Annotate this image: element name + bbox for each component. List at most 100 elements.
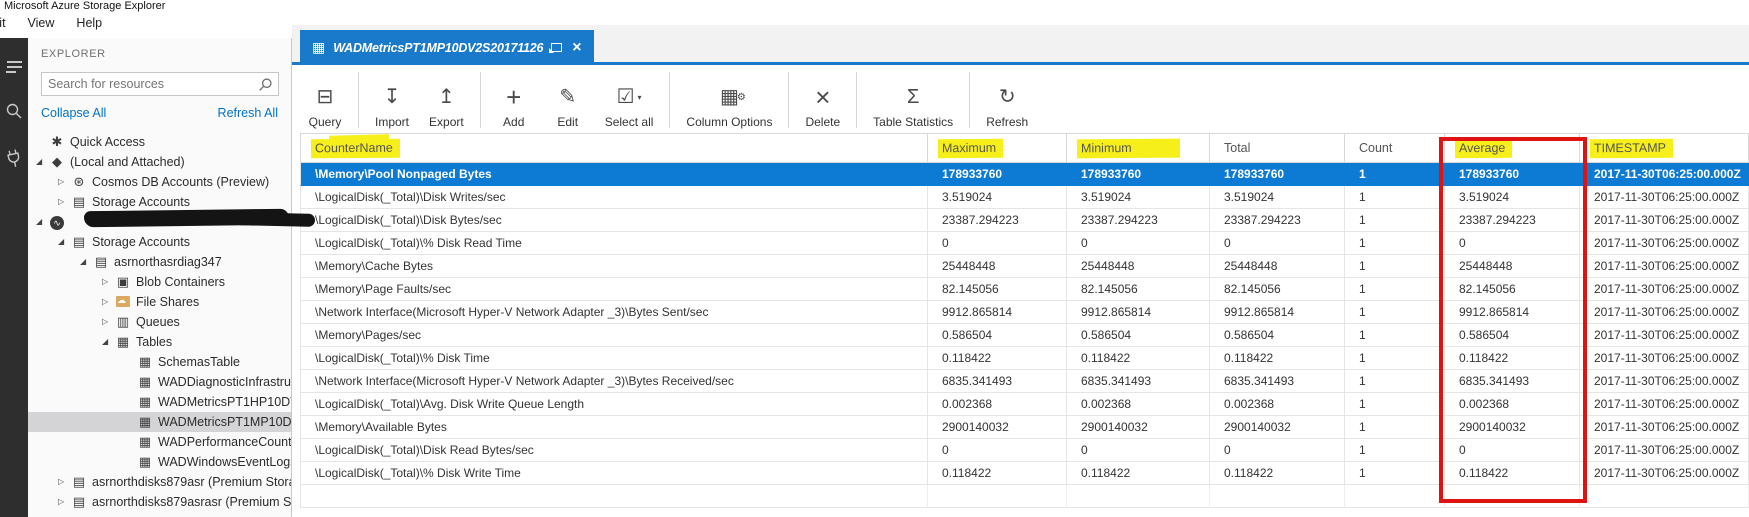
import-button[interactable]: ↧Import [365,71,419,129]
table-row[interactable]: \Network Interface(Microsoft Hyper-V Net… [300,370,1749,393]
expander-collapsed-icon[interactable]: ▷ [102,292,115,312]
table-row[interactable]: \Memory\Pool Nonpaged Bytes1789337601789… [300,163,1749,186]
cell-maximum: 0.118422 [928,347,1067,370]
expander-collapsed-icon[interactable]: ▷ [102,312,115,332]
plug-icon[interactable] [0,141,31,176]
menu-item-view[interactable]: View [17,16,66,30]
cell-empty [928,485,1067,508]
table-row[interactable]: \LogicalDisk(_Total)\Disk Writes/sec3.51… [300,186,1749,209]
expander-collapsed-icon[interactable]: ▷ [58,492,71,512]
tree-item-wadwindowseventlogstable[interactable]: ▦WADWindowsEventLogsTable [28,452,291,472]
cell-timestamp: 2017-11-30T06:25:00.000Z [1580,163,1749,186]
table-row[interactable]: \Memory\Cache Bytes254484482544844825448… [300,255,1749,278]
column-header-count[interactable]: Count [1345,133,1445,163]
tree-item-local-and-attached[interactable]: ◢◆(Local and Attached) [28,152,291,172]
tree-item-asrnorthdisks879asrasr-premium-stora[interactable]: ▷▤asrnorthdisks879asrasr (Premium Stora [28,492,291,512]
cell-average: 9912.865814 [1445,301,1580,324]
cell-count: 1 [1345,393,1445,416]
refresh-all-link[interactable]: Refresh All [218,106,278,120]
tables-icon: ▦ [115,334,131,350]
table-row[interactable]: \Memory\Pages/sec0.5865040.5865040.58650… [300,324,1749,347]
tree-item-storage-accounts[interactable]: ◢▤Storage Accounts [28,232,291,252]
expander-collapsed-icon[interactable]: ▷ [58,472,71,492]
cell-minimum: 3.519024 [1067,186,1210,209]
expander-expanded-icon[interactable]: ◢ [80,252,93,272]
menu-icon[interactable] [0,52,28,82]
tree-item-asrnorthasrdiag347[interactable]: ◢▤asrnorthasrdiag347 [28,252,291,272]
table-row[interactable]: \LogicalDisk(_Total)\Disk Bytes/sec23387… [300,209,1749,232]
export-button[interactable]: ↥Export [419,71,474,129]
refresh-button[interactable]: ↻Refresh [976,71,1038,129]
menu-item-edit[interactable]: Edit [0,16,17,30]
table-statistics-icon: Σ [907,83,919,111]
delete-button[interactable]: ×Delete [795,71,850,129]
tree-item-asrnorthdisks879asr-premium-storage[interactable]: ▷▤asrnorthdisks879asr (Premium Storage [28,472,291,492]
tree-item-wadperformancecounterstab[interactable]: ▦WADPerformanceCountersTab [28,432,291,452]
cell-empty [1210,485,1345,508]
tab-popout-icon[interactable] [551,43,562,52]
cell-average: 25448448 [1445,255,1580,278]
tree-item-blob-containers[interactable]: ▷▣Blob Containers [28,272,291,292]
column-options-button[interactable]: ▦⚙Column Options [676,71,782,129]
expander-collapsed-icon[interactable]: ▷ [58,172,71,192]
table-row[interactable]: \LogicalDisk(_Total)\Avg. Disk Write Que… [300,393,1749,416]
select-all-button[interactable]: ☑▾Select all [595,71,664,129]
cell-maximum: 0.118422 [928,462,1067,485]
expander-collapsed-icon[interactable]: ▷ [58,192,71,212]
edit-button[interactable]: ✎Edit [541,71,595,129]
table-row[interactable]: \LogicalDisk(_Total)\% Disk Read Time000… [300,232,1749,255]
expander-expanded-icon[interactable]: ◢ [58,232,71,252]
expander-expanded-icon[interactable]: ◢ [36,152,49,172]
column-header-maximum[interactable]: Maximum [928,133,1067,163]
query-button[interactable]: ⊟Query [298,71,352,129]
tree-item-quick-access[interactable]: ✱Quick Access [28,132,291,152]
table-row[interactable]: \LogicalDisk(_Total)\Disk Read Bytes/sec… [300,439,1749,462]
tree-item-waddiagnosticinfrastructurel[interactable]: ▦WADDiagnosticInfrastructureL [28,372,291,392]
tree-item-wadmetricspt1mp10dv2s20[interactable]: ▦WADMetricsPT1MP10DV2S20 [28,412,291,432]
expander-expanded-icon[interactable]: ◢ [36,212,49,232]
cell-total: 0.586504 [1210,324,1345,347]
column-header-average[interactable]: Average [1445,133,1580,163]
search-input[interactable] [42,77,258,91]
table-icon: ▦ [137,454,153,470]
cell-counter: \LogicalDisk(_Total)\Disk Bytes/sec [300,209,928,232]
expander-expanded-icon[interactable]: ◢ [102,332,115,352]
add-button[interactable]: +Add [487,71,541,129]
tree-item-tables[interactable]: ◢▦Tables [28,332,291,352]
tab-wadmetrics-table[interactable]: ▦ WADMetricsPT1MP10DV2S20171126 × [300,30,594,65]
column-header-label: CounterName [311,139,400,159]
search-icon[interactable] [0,96,28,126]
redaction-scribble [235,212,315,227]
cell-maximum: 178933760 [928,163,1067,186]
cell-counter: \Memory\Available Bytes [300,416,928,439]
table-row[interactable]: \LogicalDisk(_Total)\% Disk Time0.118422… [300,347,1749,370]
table-statistics-button[interactable]: ΣTable Statistics [863,71,963,129]
table-row[interactable]: \LogicalDisk(_Total)\% Disk Write Time0.… [300,462,1749,485]
cell-timestamp: 2017-11-30T06:25:00.000Z [1580,278,1749,301]
column-header-total[interactable]: Total [1210,133,1345,163]
tree-item-schemastable[interactable]: ▦SchemasTable [28,352,291,372]
collapse-all-link[interactable]: Collapse All [41,106,106,120]
expander-collapsed-icon[interactable]: ▷ [102,272,115,292]
cell-maximum: 0.002368 [928,393,1067,416]
table-row[interactable]: \Memory\Available Bytes29001400322900140… [300,416,1749,439]
menu-item-help[interactable]: Help [65,16,113,30]
column-header-countername[interactable]: CounterName [300,133,928,163]
cell-counter: \LogicalDisk(_Total)\% Disk Write Time [300,462,928,485]
cell-minimum: 0.118422 [1067,347,1210,370]
column-header-timestamp[interactable]: TIMESTAMP [1580,133,1749,163]
tree-item-file-shares[interactable]: ▷☁File Shares [28,292,291,312]
table-row[interactable]: \Memory\Page Faults/sec82.14505682.14505… [300,278,1749,301]
column-header-minimum[interactable]: Minimum [1067,133,1210,163]
tree-item-wadmetricspt1hp10dv2s201[interactable]: ▦WADMetricsPT1HP10DV2S201 [28,392,291,412]
tab-close-icon[interactable]: × [572,40,581,56]
cloud-glyph: ☁ [117,295,126,306]
tree-item-queues[interactable]: ▷▥Queues [28,312,291,332]
cell-count: 1 [1345,232,1445,255]
tree-item-label: WADMetricsPT1HP10DV2S201 [158,392,291,412]
cell-count: 1 [1345,416,1445,439]
table-row[interactable]: \Network Interface(Microsoft Hyper-V Net… [300,301,1749,324]
quick-access-icon: ✱ [49,134,65,150]
column-header-label: Minimum [1077,139,1180,159]
tree-item-cosmos-db-accounts-preview[interactable]: ▷⊛Cosmos DB Accounts (Preview) [28,172,291,192]
